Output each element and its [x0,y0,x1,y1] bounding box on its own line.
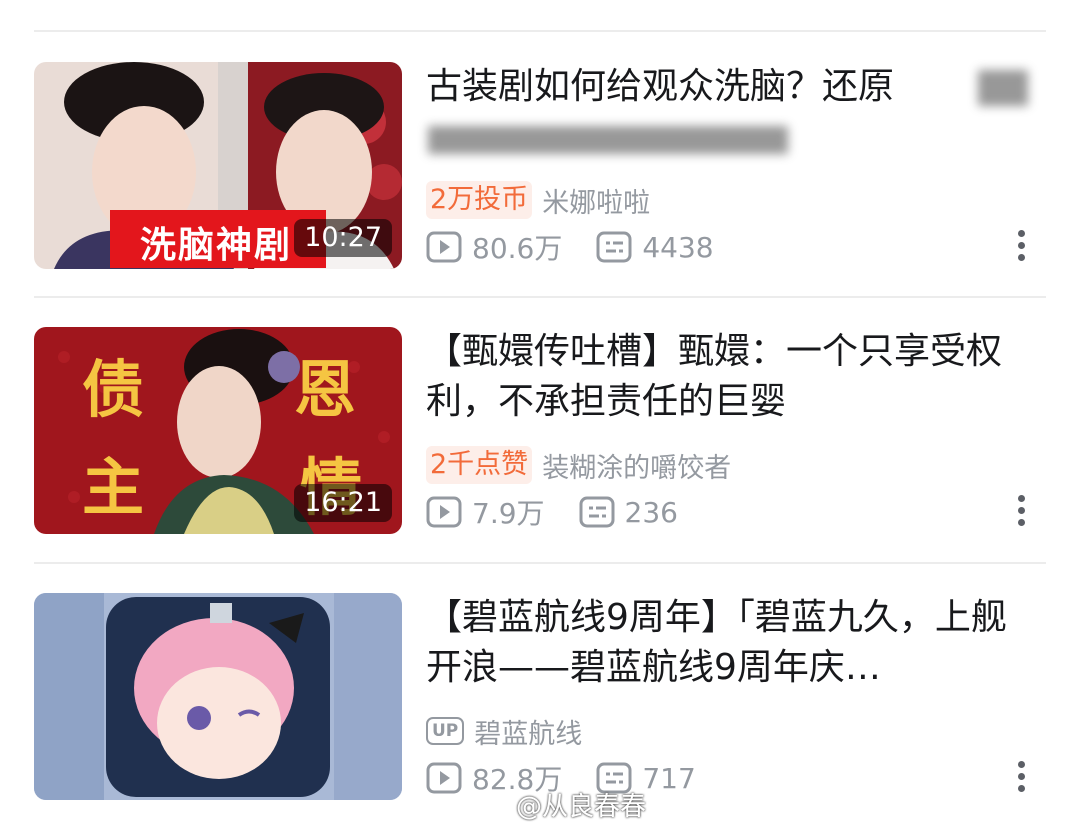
comment-count-2: 236 [579,496,678,529]
video-meta-3: UP 碧蓝航线 [426,711,582,751]
divider-1 [34,296,1046,298]
play-count-icon [426,231,462,263]
up-badge-icon: UP [426,717,465,745]
thumbnail-image-3 [34,593,402,800]
video-thumbnail-3[interactable] [34,593,402,800]
video-duration-2: 16:21 [294,484,392,522]
video-title-3[interactable]: 【碧蓝航线9周年】「碧蓝九久，上舰开浪——碧蓝航线9周年庆… [426,593,1036,693]
comment-count-3-text: 717 [642,761,696,795]
video-thumbnail-1[interactable]: 洗脑神剧 10:27 [34,62,402,269]
video-title-1[interactable]: 古装剧如何给观众洗脑？还原 [426,62,1036,112]
video-stats-1: 80.6万 4438 [426,226,714,268]
blurred-title-region-2 [428,126,788,154]
blurred-title-region [978,70,1028,106]
comment-count-1-text: 4438 [642,230,714,264]
video-card-3[interactable]: 【碧蓝航线9周年】「碧蓝九久，上舰开浪——碧蓝航线9周年庆… UP 碧蓝航线 8… [34,593,1046,803]
view-count-1: 80.6万 [426,227,562,267]
coin-count-badge: 2万投币 [426,181,533,219]
play-count-icon [426,496,462,528]
video-title-2[interactable]: 【甄嬛传吐槽】甄嬛：一个只享受权利，不承担责任的巨婴 [426,327,1036,427]
comment-count-1: 4438 [596,230,714,264]
more-options-icon-1[interactable] [1016,230,1026,270]
video-stats-2: 7.9万 236 [426,491,678,533]
video-title-1-text: 古装剧如何给观众洗脑？还原 [426,66,895,107]
video-duration-1: 10:27 [294,219,392,257]
danmaku-icon [596,231,632,263]
comment-count-2-text: 236 [624,495,678,529]
danmaku-icon [579,496,615,528]
weibo-watermark: @从良春春 [476,786,646,823]
video-title-2-text: 【甄嬛传吐槽】甄嬛：一个只享受权利，不承担责任的巨婴 [426,331,1003,422]
more-options-icon-2[interactable] [1016,495,1026,535]
divider-2 [34,562,1046,564]
view-count-1-text: 80.6万 [472,232,563,265]
author-name-1[interactable]: 米娜啦啦 [542,181,650,220]
weibo-logo-icon [476,794,508,818]
video-title-3-text: 【碧蓝航线9周年】「碧蓝九久，上舰开浪——碧蓝航线9周年庆… [426,597,1007,688]
play-count-icon [426,762,462,794]
video-meta-2: 2千点赞 装糊涂的嚼饺者 [426,445,731,485]
author-name-2[interactable]: 装糊涂的嚼饺者 [542,446,731,485]
video-thumbnail-2[interactable]: 债 恩 主 情 16:21 [34,327,402,534]
video-card-2[interactable]: 债 恩 主 情 16:21 【甄嬛传吐槽】甄嬛：一个只享受权利，不承担责任的巨婴… [34,327,1046,537]
watermark-text: @从良春春 [516,792,647,822]
view-count-2: 7.9万 [426,492,545,532]
more-options-icon-3[interactable] [1016,761,1026,801]
thumbnail-char-1: 债 [82,353,145,426]
thumbnail-caption-1: 洗脑神剧 [140,225,293,266]
thumbnail-char-2: 恩 [294,353,357,426]
video-card-1[interactable]: 洗脑神剧 10:27 古装剧如何给观众洗脑？还原 2万投币 米娜啦啦 80.6万… [34,62,1046,272]
video-meta-1: 2万投币 米娜啦啦 [426,180,650,220]
author-name-3[interactable]: 碧蓝航线 [474,712,582,751]
view-count-2-text: 7.9万 [472,497,545,530]
like-count-badge: 2千点赞 [426,446,533,484]
divider-top [34,30,1046,32]
thumbnail-char-3: 主 [82,451,145,524]
